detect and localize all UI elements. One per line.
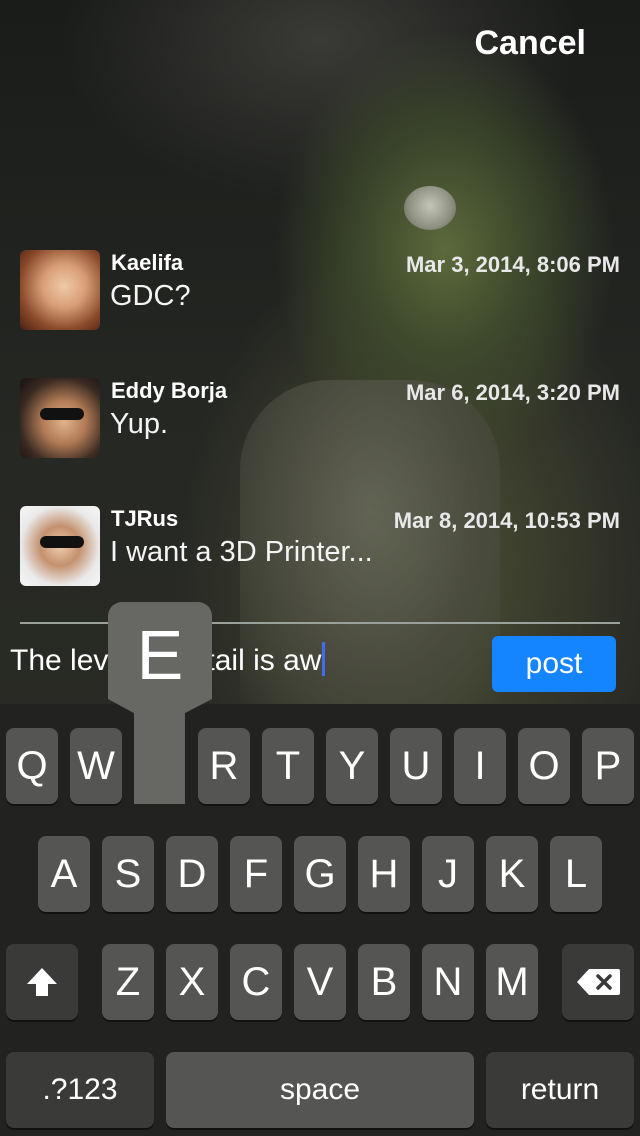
input-text-after: tail is aw bbox=[206, 644, 322, 677]
message-text: I want a 3D Printer... bbox=[110, 536, 373, 568]
key-t[interactable]: T bbox=[262, 728, 314, 804]
key-d[interactable]: D bbox=[166, 836, 218, 912]
message-timestamp: Mar 6, 2014, 3:20 PM bbox=[405, 380, 620, 405]
key-r[interactable]: R bbox=[198, 728, 250, 804]
input-text-before: The lev bbox=[10, 644, 109, 677]
message-item: TJRus Mar 8, 2014, 10:53 PM I want a 3D … bbox=[0, 506, 640, 596]
key-o[interactable]: O bbox=[518, 728, 570, 804]
message-timestamp: Mar 3, 2014, 8:06 PM bbox=[405, 252, 620, 277]
post-button[interactable]: post bbox=[492, 636, 616, 692]
key-z[interactable]: Z bbox=[102, 944, 154, 1020]
key-n[interactable]: N bbox=[422, 944, 474, 1020]
key-c[interactable]: C bbox=[230, 944, 282, 1020]
background-figure-eye bbox=[404, 186, 456, 230]
key-m[interactable]: M bbox=[486, 944, 538, 1020]
shift-icon bbox=[27, 968, 57, 996]
key-b[interactable]: B bbox=[358, 944, 410, 1020]
key-g[interactable]: G bbox=[294, 836, 346, 912]
message-author: Eddy Borja bbox=[111, 378, 228, 403]
message-timestamp: Mar 8, 2014, 10:53 PM bbox=[393, 508, 620, 533]
message-item: Kaelifa Mar 3, 2014, 8:06 PM GDC? bbox=[0, 250, 640, 340]
text-caret bbox=[322, 642, 326, 676]
avatar[interactable] bbox=[20, 506, 100, 586]
key-v[interactable]: V bbox=[294, 944, 346, 1020]
space-key[interactable]: space bbox=[166, 1052, 474, 1128]
key-y[interactable]: Y bbox=[326, 728, 378, 804]
key-s[interactable]: S bbox=[102, 836, 154, 912]
return-key[interactable]: return bbox=[486, 1052, 634, 1128]
cancel-button[interactable]: Cancel bbox=[475, 24, 587, 63]
key-h[interactable]: H bbox=[358, 836, 410, 912]
delete-key[interactable] bbox=[562, 944, 634, 1020]
avatar[interactable] bbox=[20, 250, 100, 330]
key-e-popup-label: E bbox=[136, 616, 184, 694]
key-w[interactable]: W bbox=[70, 728, 122, 804]
composer: The lev tail is aw post bbox=[0, 624, 640, 704]
key-p[interactable]: P bbox=[582, 728, 634, 804]
message-author: Kaelifa bbox=[111, 250, 184, 275]
key-u[interactable]: U bbox=[390, 728, 442, 804]
message-item: Eddy Borja Mar 6, 2014, 3:20 PM Yup. bbox=[0, 378, 640, 468]
message-text: GDC? bbox=[110, 280, 191, 312]
delete-icon bbox=[577, 969, 620, 995]
key-i[interactable]: I bbox=[454, 728, 506, 804]
avatar[interactable] bbox=[20, 378, 100, 458]
key-a[interactable]: A bbox=[38, 836, 90, 912]
numbers-key[interactable]: .?123 bbox=[6, 1052, 154, 1128]
key-q[interactable]: Q bbox=[6, 728, 58, 804]
key-k[interactable]: K bbox=[486, 836, 538, 912]
avatar-detail bbox=[40, 536, 84, 548]
message-author: TJRus bbox=[111, 506, 179, 531]
key-f[interactable]: F bbox=[230, 836, 282, 912]
avatar-detail bbox=[40, 408, 84, 420]
key-l[interactable]: L bbox=[550, 836, 602, 912]
message-text: Yup. bbox=[110, 408, 169, 440]
shift-key[interactable] bbox=[6, 944, 78, 1020]
keyboard: Q W R T Y U I O P A S D F G H J K L Z X … bbox=[0, 704, 640, 1136]
key-x[interactable]: X bbox=[166, 944, 218, 1020]
key-j[interactable]: J bbox=[422, 836, 474, 912]
